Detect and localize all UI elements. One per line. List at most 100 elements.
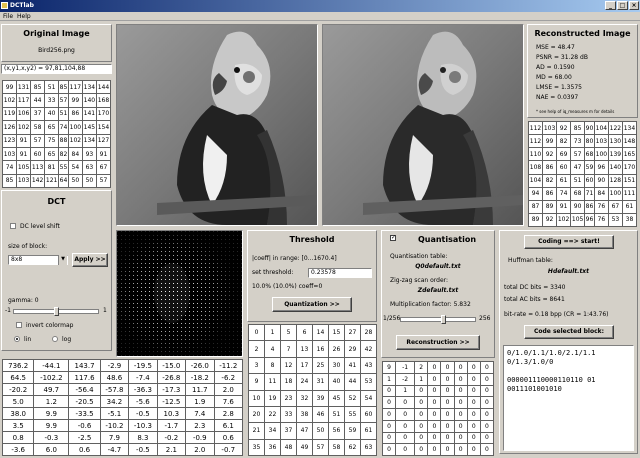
- original-filename: Bird256.png: [38, 47, 75, 54]
- table-cell: 148: [621, 134, 638, 149]
- invert-colormap-checkbox[interactable]: [16, 322, 22, 328]
- quantization-button[interactable]: Quantization >>: [272, 297, 352, 312]
- table-row: 103 91 60 65 82 84 93 91: [1, 146, 112, 162]
- table-cell: 19: [264, 389, 281, 407]
- table-row: 87 89 91 90 86 76 67 61: [527, 199, 638, 214]
- table-cell: 32: [296, 389, 313, 407]
- coding-start-button[interactable]: Coding ==> start!: [524, 235, 614, 249]
- table-cell: 0.6: [213, 431, 244, 444]
- table-cell: 63: [360, 438, 377, 457]
- gamma-slider-thumb[interactable]: [54, 307, 59, 316]
- menu-file[interactable]: File: [3, 13, 13, 20]
- gamma-slider[interactable]: [13, 307, 99, 316]
- threshold-input[interactable]: 0.23578: [308, 268, 372, 278]
- table-cell: 51: [570, 173, 586, 188]
- table-cell: 35: [248, 438, 265, 457]
- dc-shift-checkbox[interactable]: [10, 223, 16, 229]
- table-cell: 10.3: [156, 407, 187, 420]
- table-cell: 86: [542, 186, 558, 201]
- zigzag-value[interactable]: Zdefault.txt: [382, 287, 494, 294]
- table-cell: 143.7: [68, 359, 101, 372]
- table-cell: 7: [280, 340, 297, 358]
- table-cell: 60: [556, 160, 572, 175]
- code-output-line: 0011101001010: [507, 385, 562, 393]
- table-cell: 1: [395, 384, 416, 398]
- huffman-value[interactable]: Hdefault.txt: [500, 268, 637, 275]
- table-cell: 0: [479, 361, 495, 374]
- table-cell: 0: [440, 408, 455, 421]
- table-cell: 131: [16, 79, 32, 95]
- reconstruction-button[interactable]: Reconstruction >>: [396, 335, 480, 350]
- table-cell: 43: [360, 356, 377, 375]
- table-cell: 46: [312, 405, 329, 424]
- table-row: 110 92 69 57 68 100 139 165: [527, 147, 638, 162]
- table-cell: 31: [312, 373, 329, 391]
- table-cell: 0: [466, 361, 481, 374]
- table-cell: 106: [16, 106, 32, 122]
- table-cell: -36.3: [128, 383, 158, 396]
- table-cell: 84: [593, 186, 609, 201]
- table-cell: 34: [264, 422, 281, 440]
- close-icon[interactable]: ×: [629, 1, 639, 10]
- table-cell: 0.6: [68, 443, 101, 456]
- table-cell: 102: [556, 212, 572, 228]
- gamma-label: gamma: 0: [8, 297, 39, 304]
- table-cell: 6.0: [33, 443, 70, 456]
- original-image[interactable]: [116, 24, 318, 226]
- quant-table-value[interactable]: Q0default.txt: [382, 263, 494, 270]
- table-cell: 0: [479, 396, 495, 409]
- table-cell: -1: [395, 361, 416, 374]
- table-row: 9 -1 2 0 0 0 0 0: [381, 361, 495, 374]
- table-cell: 82: [58, 146, 69, 162]
- table-cell: 11: [264, 373, 281, 391]
- apply-button[interactable]: Apply >>: [72, 253, 108, 267]
- table-cell: 14: [312, 323, 329, 342]
- table-cell: 65: [44, 120, 60, 135]
- table-cell: 0: [466, 408, 481, 421]
- multiplication-slider-thumb[interactable]: [441, 315, 446, 324]
- table-cell: 8.3: [128, 431, 158, 444]
- block-size-select[interactable]: 8x8 ▼: [8, 255, 68, 265]
- table-cell: 121: [44, 173, 60, 189]
- quantisation-checkbox[interactable]: ✓: [390, 234, 396, 241]
- code-block-button[interactable]: Code selected block:: [524, 325, 614, 339]
- maximize-icon[interactable]: □: [617, 1, 628, 10]
- table-cell: 73: [570, 134, 586, 149]
- table-row: -20.2 49.7 -56.4 -57.8 -36.3 -17.3 11.7 2.0: [1, 383, 244, 396]
- table-cell: 58: [30, 120, 46, 135]
- table-cell: 123: [1, 133, 18, 148]
- table-cell: 82: [556, 134, 572, 149]
- table-cell: 0: [479, 419, 495, 433]
- table-cell: 0: [440, 443, 455, 456]
- table-cell: 17: [296, 356, 313, 375]
- lin-radio[interactable]: [14, 336, 20, 342]
- block-size-value: 8x8: [11, 256, 23, 263]
- table-row: 112 99 82 73 80 103 130 148: [527, 134, 638, 149]
- table-row: 00000000: [381, 419, 495, 433]
- code-output-textarea[interactable]: 0/1.0/1.1/1.0/2.1/1.1 0/1.3/1.0/0 0000011…: [503, 345, 634, 451]
- coords-field[interactable]: (x,y1,x,y2) = 97,81,104,88: [1, 64, 112, 74]
- metric-line: MSE = 48.47: [536, 44, 575, 51]
- table-cell: -33.5: [68, 407, 101, 420]
- table-cell: 0: [453, 372, 468, 386]
- table-cell: 1: [381, 372, 397, 386]
- table-cell: 91: [16, 133, 32, 148]
- multiplication-slider[interactable]: [400, 315, 476, 324]
- chevron-down-icon[interactable]: ▼: [58, 255, 67, 265]
- table-cell: 54: [67, 160, 83, 175]
- minimize-icon[interactable]: _: [605, 1, 616, 10]
- menu-help[interactable]: Help: [17, 13, 31, 20]
- reconstructed-image[interactable]: [322, 24, 524, 226]
- table-cell: 102: [16, 120, 32, 135]
- table-cell: 144: [95, 79, 112, 95]
- table-cell: 0: [427, 419, 442, 433]
- dct-spectrum-image[interactable]: [116, 230, 243, 357]
- table-cell: 4: [264, 340, 281, 358]
- table-cell: 6.1: [213, 419, 244, 432]
- table-cell: -18.2: [185, 371, 215, 384]
- table-cell: 130: [607, 134, 623, 149]
- table-cell: 0: [395, 419, 416, 433]
- table-cell: 0: [381, 443, 397, 456]
- table-cell: 75: [44, 133, 60, 148]
- log-radio[interactable]: [52, 336, 58, 342]
